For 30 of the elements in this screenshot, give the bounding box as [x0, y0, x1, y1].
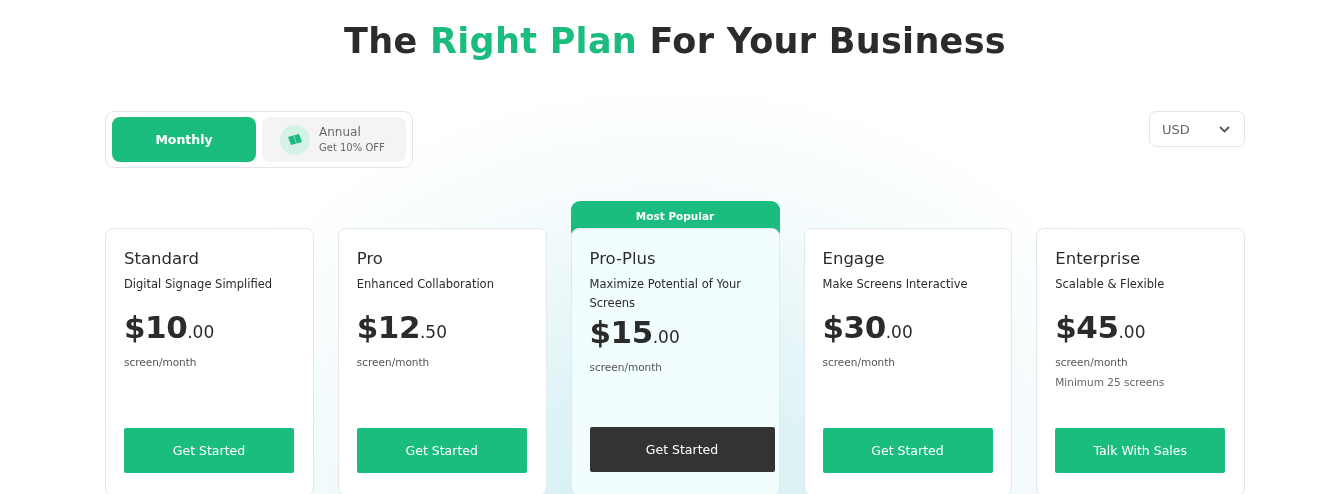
- plan-price: $12.50: [356, 308, 448, 347]
- plan-price: $30.00: [822, 308, 914, 347]
- plan-price: $10.00: [124, 308, 216, 347]
- currency-dropdown[interactable]: USD: [1149, 111, 1245, 147]
- get-started-button[interactable]: Talk With Sales: [1055, 428, 1226, 473]
- get-started-button[interactable]: Get Started: [589, 427, 775, 472]
- plan-name: Enterprise: [1055, 248, 1142, 270]
- plan-price: $15.00: [589, 313, 681, 352]
- page-heading: The Right Plan For Your Business: [343, 20, 1007, 62]
- plan-tagline: Digital Signage Simplified: [124, 276, 274, 293]
- price-unit: screen/month: [1055, 356, 1129, 368]
- plan-name: Engage: [822, 248, 886, 270]
- billing-option[interactable]: Annual Get 10% OFF: [262, 117, 406, 162]
- price-unit: screen/month: [589, 361, 664, 373]
- price-unit: screen/month: [356, 356, 431, 368]
- plan-price: $45.00: [1055, 308, 1147, 347]
- get-started-button[interactable]: Get Started: [356, 428, 527, 473]
- plan-name: Pro: [356, 248, 384, 270]
- billing-option[interactable]: Monthly: [112, 117, 256, 162]
- plan-tagline: Scalable & Flexible: [1055, 276, 1166, 293]
- plan-name: Pro-Plus: [589, 248, 657, 270]
- price-unit: screen/month: [822, 356, 897, 368]
- plan-note: Minimum 25 screens: [1055, 376, 1166, 388]
- plan-tagline: Make Screens Interactive: [822, 276, 969, 293]
- plan-name: Standard: [124, 248, 201, 270]
- plan-tagline: Maximize Potential of Your Screens: [589, 276, 742, 312]
- plan-tagline: Enhanced Collaboration: [356, 276, 495, 293]
- get-started-button[interactable]: Get Started: [822, 428, 993, 473]
- price-unit: screen/month: [124, 356, 198, 368]
- get-started-button[interactable]: Get Started: [124, 428, 294, 473]
